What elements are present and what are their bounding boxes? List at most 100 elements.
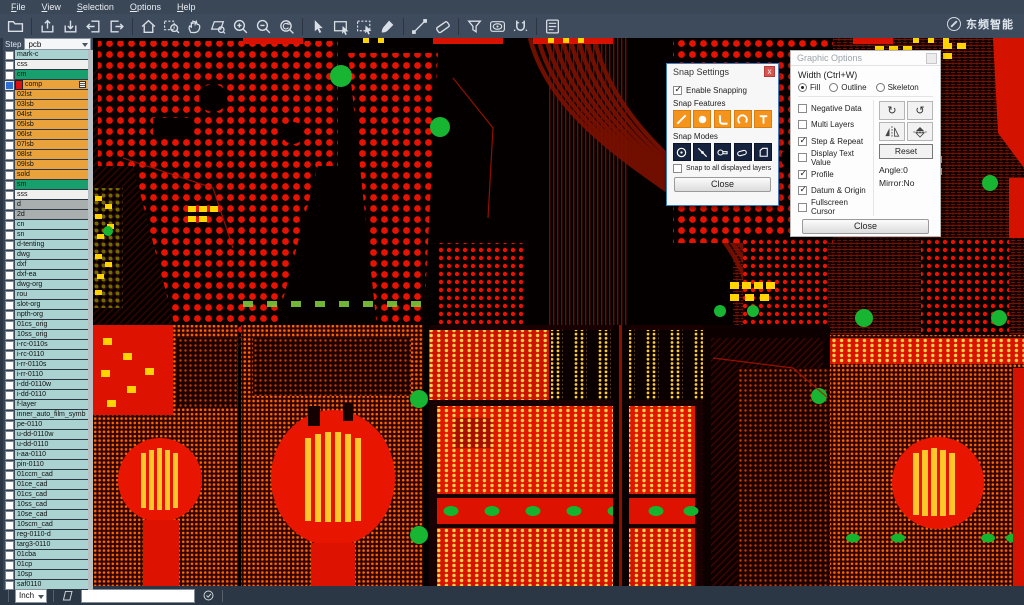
zoom-polygon-icon[interactable] [207,16,228,37]
enable-snapping-checkbox-row[interactable]: Enable Snapping [673,86,772,95]
step-select[interactable]: pcb [24,38,91,50]
checkbox[interactable] [798,170,807,179]
layer-visibility-checkbox[interactable] [3,400,15,410]
layer-visibility-checkbox[interactable] [3,500,15,510]
graphic-checkbox-row[interactable]: Datum & Origin [798,183,873,200]
menu-help[interactable]: Help [170,0,203,14]
layer-visibility-checkbox[interactable] [3,350,15,360]
close-icon[interactable]: x [764,66,775,77]
layer-row[interactable]: dxf [3,260,88,270]
layer-row[interactable]: sold [3,170,88,180]
layer-visibility-checkbox[interactable] [3,430,15,440]
layer-row[interactable]: css [3,60,88,70]
layer-visibility-checkbox[interactable] [3,520,15,530]
snap-mode-edge-button[interactable] [693,143,711,161]
layer-visibility-checkbox[interactable] [3,580,15,590]
layer-row[interactable]: dwg-org [3,280,88,290]
layer-row[interactable]: i-rr-0110 [3,370,88,380]
rotate-ccw-icon[interactable]: ↺ [907,101,933,120]
reset-button[interactable]: Reset [879,144,933,159]
width-radio[interactable]: Outline [829,83,866,92]
report-icon[interactable] [542,16,563,37]
layer-row[interactable]: d [3,200,88,210]
layer-visibility-checkbox[interactable] [3,200,15,210]
layer-visibility-checkbox[interactable] [3,130,15,140]
layer-visibility-checkbox[interactable] [3,390,15,400]
menu-file[interactable]: File [4,0,33,14]
checkbox[interactable] [798,153,807,162]
layer-visibility-checkbox[interactable] [3,300,15,310]
layer-visibility-checkbox[interactable] [3,410,15,420]
graphic-checkbox-row[interactable]: Display Text Value [798,150,873,167]
layer-visibility-checkbox[interactable] [3,540,15,550]
layer-row[interactable]: reg-0110-d [3,530,88,540]
eye-icon[interactable] [487,16,508,37]
magnet-icon[interactable] [510,16,531,37]
layer-row[interactable]: slot-org [3,300,88,310]
open-folder-icon[interactable] [5,16,26,37]
layer-visibility-checkbox[interactable] [3,530,15,540]
zoom-in-icon[interactable] [230,16,251,37]
layer-visibility-checkbox[interactable] [3,310,15,320]
snap-feature-arc-button[interactable] [734,110,752,128]
checkbox[interactable] [798,137,807,146]
radio-dot[interactable] [829,83,838,92]
close-icon[interactable] [926,53,937,64]
layer-visibility-checkbox[interactable] [3,60,15,70]
layer-row[interactable]: pe-0110 [3,420,88,430]
zoom-window-icon[interactable] [161,16,182,37]
layer-row[interactable]: 01cs_cad [3,490,88,500]
layer-visibility-checkbox[interactable] [3,330,15,340]
layer-visibility-checkbox[interactable] [3,50,15,60]
layer-row[interactable]: 08lst [3,150,88,160]
layer-visibility-checkbox[interactable] [3,370,15,380]
menu-options[interactable]: Options [123,0,168,14]
layer-visibility-checkbox[interactable] [3,280,15,290]
layer-row[interactable]: sn [3,230,88,240]
layer-visibility-checkbox[interactable] [3,420,15,430]
layer-row[interactable]: u-dd-0110 [3,440,88,450]
layer-row[interactable]: 09lsb [3,160,88,170]
graphic-checkbox-row[interactable]: Negative Data [798,100,873,117]
layer-row[interactable]: d-tenting [3,240,88,250]
select-group-icon[interactable] [354,16,375,37]
layer-row[interactable]: 10scm_cad [3,520,88,530]
layer-row[interactable]: 04lst [3,110,88,120]
snap-close-button[interactable]: Close [674,177,771,192]
snap-feature-pad-button[interactable] [693,110,711,128]
layer-visibility-checkbox[interactable] [3,440,15,450]
layer-visibility-checkbox[interactable] [3,190,15,200]
layer-visibility-checkbox[interactable] [3,110,15,120]
box-arrow-up-icon[interactable] [37,16,58,37]
layer-row[interactable]: rou [3,290,88,300]
layer-row[interactable]: cn [3,220,88,230]
layer-row[interactable]: sm [3,180,88,190]
page-arrow-left-icon[interactable] [83,16,104,37]
layer-row[interactable]: targ3-0110 [3,540,88,550]
layer-row[interactable]: 01cba [3,550,88,560]
graphic-checkbox-row[interactable]: Profile [798,166,873,183]
layer-row[interactable]: sss [3,190,88,200]
select-pointer-icon[interactable] [308,16,329,37]
radio-dot[interactable] [798,83,807,92]
layer-visibility-checkbox[interactable] [3,100,15,110]
layer-visibility-checkbox[interactable] [3,550,15,560]
layer-row[interactable]: 01ccm_cad [3,470,88,480]
brush-icon[interactable] [377,16,398,37]
page-arrow-right-icon[interactable] [106,16,127,37]
layer-row[interactable]: 07lsb [3,140,88,150]
page-icon[interactable] [60,588,75,603]
layer-row[interactable]: dwg [3,250,88,260]
layer-visibility-checkbox[interactable] [3,170,15,180]
layer-row[interactable]: 01ce_cad [3,480,88,490]
layer-row[interactable]: pin-0110 [3,460,88,470]
layer-row[interactable]: i-rr-0110s [3,360,88,370]
layer-visibility-checkbox[interactable] [3,340,15,350]
layer-row[interactable]: f-layer [3,400,88,410]
snap-feature-corner-button[interactable] [714,110,732,128]
layer-visibility-checkbox[interactable] [3,570,15,580]
layer-row[interactable]: cm [3,70,88,80]
rotate-cw-icon[interactable]: ↻ [879,101,905,120]
radio-dot[interactable] [876,83,885,92]
zoom-previous-icon[interactable] [276,16,297,37]
